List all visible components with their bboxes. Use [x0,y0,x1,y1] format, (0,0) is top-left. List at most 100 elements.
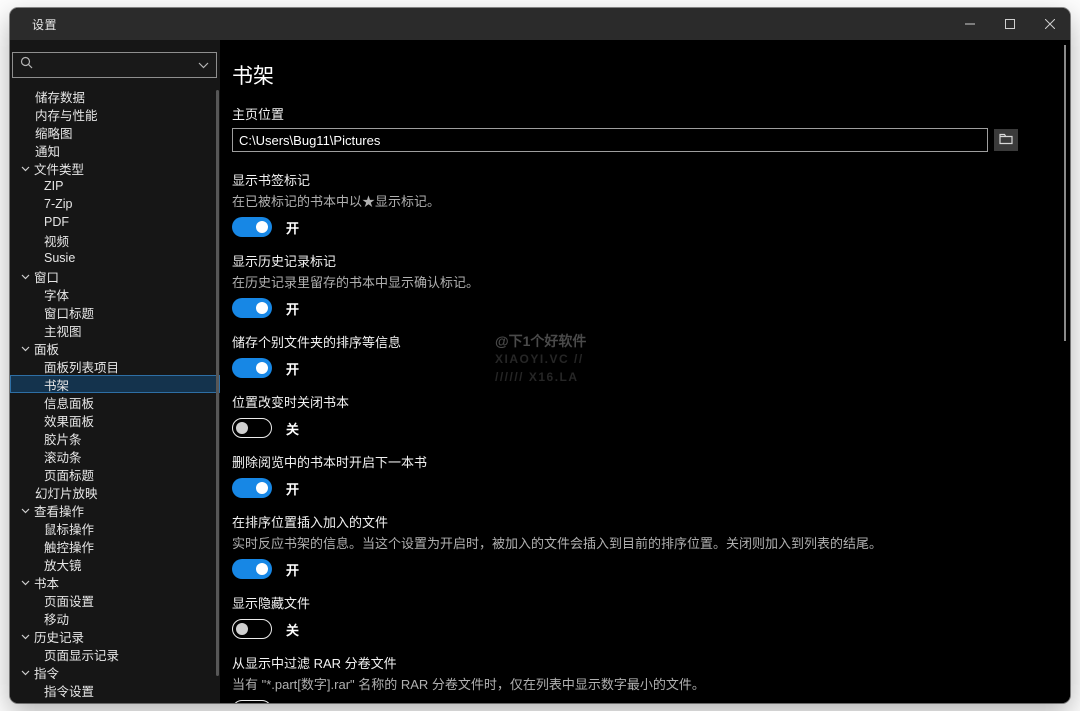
sidebar-item[interactable]: 通知 [10,141,220,159]
toggle-switch[interactable] [232,418,272,438]
setting-section: 储存个别文件夹的排序等信息 开 [232,334,1018,378]
sidebar-item[interactable]: 7-Zip [10,195,220,213]
sidebar-item[interactable]: 页面显示记录 [10,645,220,663]
toggle-switch[interactable] [232,217,272,237]
toggle-knob [236,622,248,635]
home-location-row [232,128,1018,152]
sidebar-item-label: 视频 [44,234,70,249]
sidebar-group[interactable]: 窗口 [10,267,220,285]
toggle-switch[interactable] [232,358,272,378]
sidebar-item-label: 页面设置 [44,594,95,609]
sidebar-item[interactable]: PDF [10,213,220,231]
sidebar-item-label: Susie [44,251,76,265]
toggle-row: 开 [232,217,1018,237]
toggle-state-label: 开 [286,301,300,317]
chevron-down-icon [21,161,30,175]
sidebar-group[interactable]: 查看操作 [10,501,220,519]
sidebar-item[interactable]: 滚动条 [10,447,220,465]
sidebar-item-label: 缩略图 [35,126,73,141]
sidebar-item[interactable]: 效果面板 [10,411,220,429]
search-input[interactable] [39,57,198,73]
toggle-state-label: 开 [286,562,300,578]
chevron-down-icon [21,629,30,643]
home-location-input[interactable] [232,128,988,152]
sidebar-item[interactable]: 书架 [10,375,220,393]
toggle-state-label: 开 [286,361,300,377]
sidebar-item[interactable]: 主视图 [10,321,220,339]
sidebar-item[interactable]: 面板列表项目 [10,357,220,375]
toggle-switch[interactable] [232,298,272,318]
sidebar-group[interactable]: 书本 [10,573,220,591]
sidebar-item[interactable]: 页面设置 [10,591,220,609]
sidebar-item-label: 主视图 [44,324,82,339]
titlebar: 设置 [10,8,1070,40]
settings-tree: 储存数据 内存与性能 缩略图 通知 文件类型 ZIP 7-Zip PDF 视频 … [10,87,220,699]
sidebar-group-label: 面板 [34,342,60,357]
maximize-button[interactable] [990,8,1030,40]
chevron-down-icon [21,665,30,679]
sidebar-item-label: 指令设置 [44,684,95,699]
main-scrollbar-thumb[interactable] [1064,45,1066,341]
sidebar-group-label: 文件类型 [34,162,85,177]
sidebar-item-label: 面板列表项目 [44,360,120,375]
sidebar-item-label: 页面显示记录 [44,648,120,663]
chevron-down-icon [21,269,30,283]
sidebar-group-label: 书本 [34,576,60,591]
sidebar-item[interactable]: Susie [10,249,220,267]
sidebar-item-label: 鼠标操作 [44,522,95,537]
sidebar-item[interactable]: 胶片条 [10,429,220,447]
toggle-switch[interactable] [232,619,272,639]
browse-folder-button[interactable] [994,129,1018,151]
settings-window: 设置 储存数据 内存与性能 缩略图 通知 文件类型 ZIP 7-Zip PDF … [10,8,1070,703]
toggle-knob [256,482,268,494]
sidebar-item[interactable]: 鼠标操作 [10,519,220,537]
sidebar-group-label: 查看操作 [34,504,85,519]
sidebar-item-label: PDF [44,215,69,229]
settings-sidebar: 储存数据 内存与性能 缩略图 通知 文件类型 ZIP 7-Zip PDF 视频 … [10,40,220,703]
close-button[interactable] [1030,8,1070,40]
sidebar-item[interactable]: 指令设置 [10,681,220,699]
sidebar-item[interactable]: ZIP [10,177,220,195]
folder-icon [999,133,1013,148]
sidebar-group[interactable]: 指令 [10,663,220,681]
sidebar-item-label: 页面标题 [44,468,95,483]
sidebar-item[interactable]: 储存数据 [10,87,220,105]
minimize-button[interactable] [950,8,990,40]
sidebar-group[interactable]: 文件类型 [10,159,220,177]
maximize-icon [1005,19,1015,29]
toggle-knob [256,362,268,374]
sidebar-item-label: 效果面板 [44,414,95,429]
setting-section: 显示书签标记 在已被标记的书本中以★显示标记。 开 [232,172,1018,237]
sidebar-item[interactable]: 视频 [10,231,220,249]
toggle-knob [236,421,248,434]
page-title: 书架 [232,65,274,88]
search-combobox[interactable] [12,52,217,78]
sidebar-item[interactable]: 放大镜 [10,555,220,573]
sidebar-item[interactable]: 移动 [10,609,220,627]
sidebar-item-label: ZIP [44,179,64,193]
toggle-row: 关 [232,619,1018,639]
window-body: 储存数据 内存与性能 缩略图 通知 文件类型 ZIP 7-Zip PDF 视频 … [10,40,1070,703]
sidebar-item[interactable]: 缩略图 [10,123,220,141]
sidebar-item[interactable]: 内存与性能 [10,105,220,123]
sidebar-group[interactable]: 历史记录 [10,627,220,645]
sidebar-item[interactable]: 幻灯片放映 [10,483,220,501]
chevron-down-icon[interactable] [198,56,209,74]
sidebar-item[interactable]: 字体 [10,285,220,303]
sidebar-item-label: 放大镜 [44,558,82,573]
sidebar-item-label: 移动 [44,612,70,627]
sidebar-item[interactable]: 页面标题 [10,465,220,483]
setting-description: 在历史记录里留存的书本中显示确认标记。 [232,275,480,290]
sidebar-item[interactable]: 窗口标题 [10,303,220,321]
sidebar-item[interactable]: 信息面板 [10,393,220,411]
toggle-switch[interactable] [232,478,272,498]
sidebar-scrollbar-thumb[interactable] [216,90,219,676]
toggle-switch[interactable] [232,559,272,579]
sidebar-item[interactable]: 触控操作 [10,537,220,555]
sidebar-group[interactable]: 面板 [10,339,220,357]
setting-label: 储存个别文件夹的排序等信息 [232,335,402,350]
toggle-knob [256,563,268,575]
toggle-switch[interactable] [232,700,272,703]
setting-section: 显示隐藏文件 关 [232,595,1018,639]
toggle-state-label: 开 [286,220,300,236]
